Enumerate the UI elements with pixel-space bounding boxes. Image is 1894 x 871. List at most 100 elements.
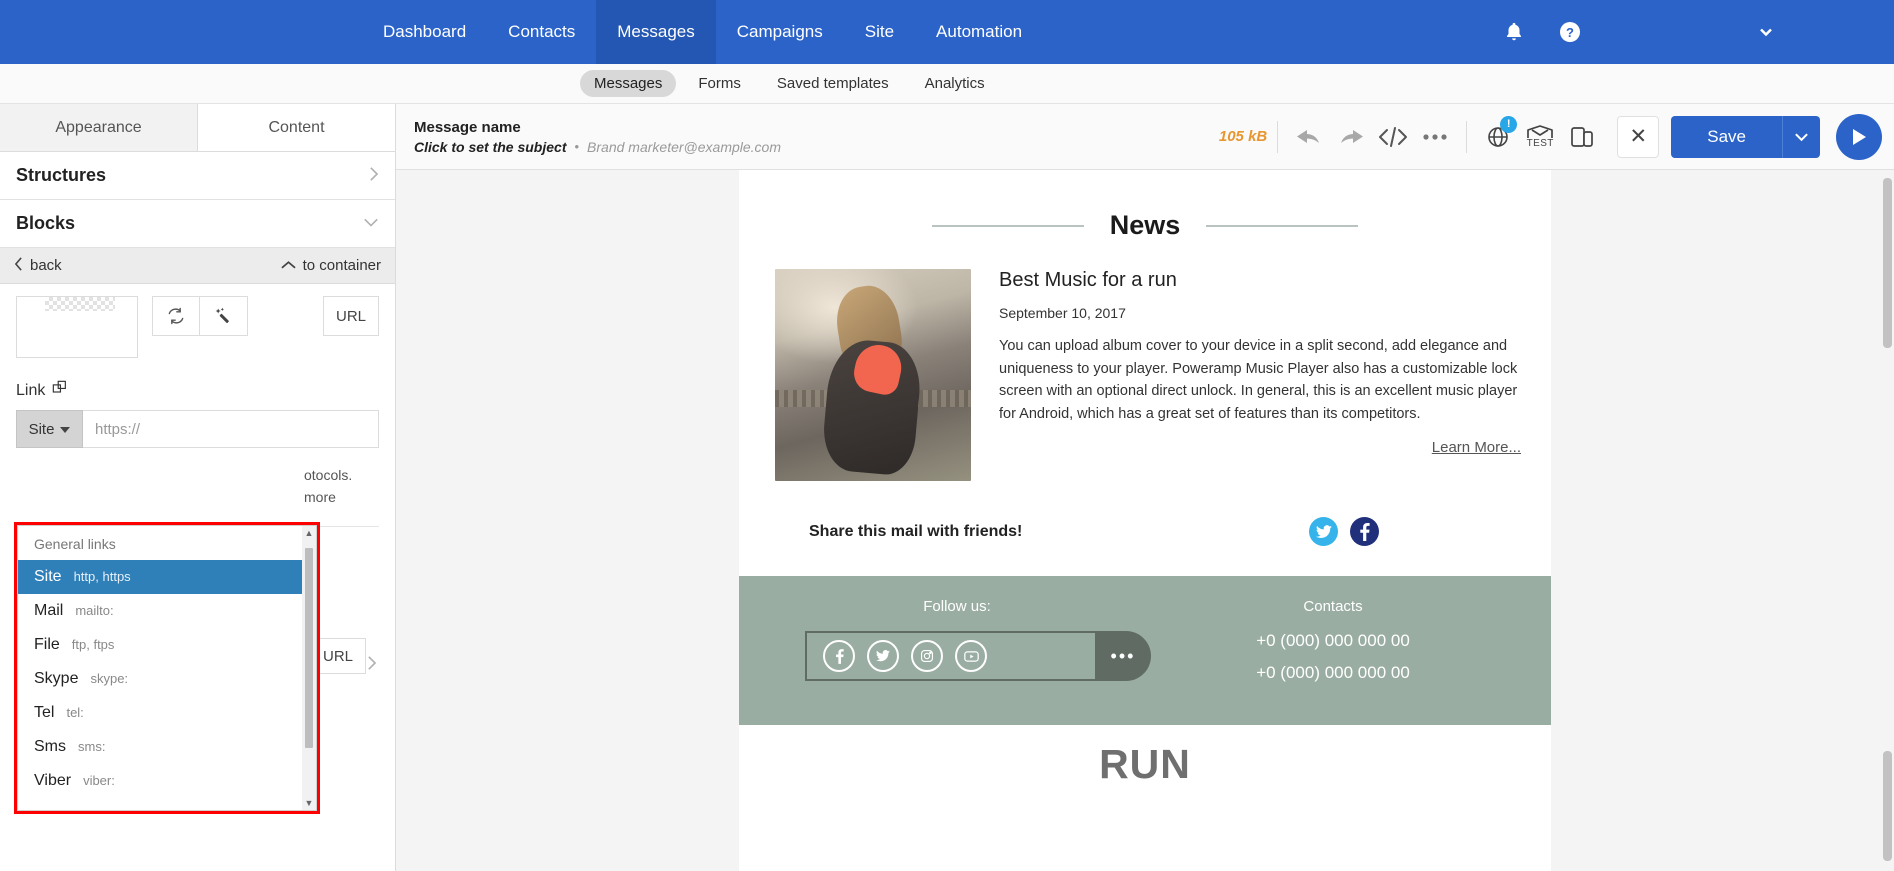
social-icons bbox=[807, 640, 987, 672]
twitter-icon[interactable] bbox=[867, 640, 899, 672]
article-date[interactable]: September 10, 2017 bbox=[999, 305, 1521, 321]
facebook-icon[interactable] bbox=[823, 640, 855, 672]
globe-icon[interactable]: ! bbox=[1477, 115, 1519, 159]
bell-icon[interactable] bbox=[1486, 0, 1542, 64]
run-logo-block: RUN bbox=[739, 725, 1551, 788]
scroll-down-arrow-icon[interactable]: ▼ bbox=[305, 796, 314, 810]
option-scheme: tel: bbox=[66, 705, 84, 720]
duplicate-icon[interactable] bbox=[52, 380, 68, 401]
message-name[interactable]: Message name bbox=[414, 119, 781, 136]
toolbar-divider bbox=[1277, 120, 1279, 153]
chevron-right-icon bbox=[368, 166, 379, 186]
nav-item-dashboard[interactable]: Dashboard bbox=[362, 0, 487, 64]
youtube-icon[interactable] bbox=[955, 640, 987, 672]
account-chevron-down-icon[interactable] bbox=[1738, 0, 1794, 64]
canvas-scrollbar-thumb-bottom[interactable] bbox=[1883, 751, 1892, 861]
test-label: TEST bbox=[1526, 138, 1554, 149]
dropdown-option-mail[interactable]: Mail mailto: bbox=[18, 594, 316, 628]
undo-icon[interactable] bbox=[1288, 115, 1330, 159]
redo-icon[interactable] bbox=[1330, 115, 1372, 159]
dropdown-option-file[interactable]: File ftp, ftps bbox=[18, 628, 316, 662]
email-template: News Best Music for a run September 10, … bbox=[739, 170, 1551, 871]
breadcrumb-backbar[interactable]: back to container bbox=[0, 248, 395, 284]
article-title[interactable]: Best Music for a run bbox=[999, 269, 1521, 292]
chevron-down-icon bbox=[363, 215, 379, 232]
scroll-up-arrow-icon[interactable]: ▲ bbox=[305, 526, 314, 540]
link-url-input[interactable] bbox=[83, 410, 379, 448]
tab-appearance[interactable]: Appearance bbox=[0, 104, 198, 151]
save-button[interactable]: Save bbox=[1671, 115, 1782, 158]
nav-item-automation[interactable]: Automation bbox=[915, 0, 1043, 64]
back-button[interactable]: back bbox=[14, 256, 62, 275]
to-container-button[interactable]: to container bbox=[280, 257, 381, 274]
news-heading[interactable]: News bbox=[1110, 210, 1181, 241]
dropdown-option-site[interactable]: Site http, https bbox=[18, 560, 316, 594]
magic-wand-icon[interactable] bbox=[200, 296, 248, 336]
link-hint-text: otocols. more bbox=[16, 464, 352, 508]
subnav-item-forms[interactable]: Forms bbox=[684, 70, 755, 97]
run-text[interactable]: RUN bbox=[739, 741, 1551, 788]
dropdown-scroll-thumb[interactable] bbox=[305, 548, 313, 748]
subnav-item-analytics[interactable]: Analytics bbox=[911, 70, 999, 97]
nav-item-messages[interactable]: Messages bbox=[596, 0, 716, 64]
share-text[interactable]: Share this mail with friends! bbox=[809, 523, 1022, 541]
nav-item-campaigns[interactable]: Campaigns bbox=[716, 0, 844, 64]
code-icon[interactable] bbox=[1372, 115, 1414, 159]
message-subject-prompt[interactable]: Click to set the subject bbox=[414, 139, 566, 155]
nav-item-site[interactable]: Site bbox=[844, 0, 915, 64]
instagram-icon[interactable] bbox=[911, 640, 943, 672]
article-body: Best Music for a run September 10, 2017 … bbox=[999, 269, 1521, 481]
device-preview-icon[interactable] bbox=[1561, 115, 1603, 159]
option-name: Mail bbox=[34, 602, 64, 619]
help-circle-icon[interactable]: ? bbox=[1542, 0, 1598, 64]
dropdown-option-viber[interactable]: Viber viber: bbox=[18, 764, 316, 798]
dropdown-option-tel[interactable]: Tel tel: bbox=[18, 696, 316, 730]
option-name: Site bbox=[34, 568, 62, 585]
test-send-icon[interactable]: TEST bbox=[1519, 115, 1561, 159]
link-label-row: Link bbox=[16, 380, 379, 401]
message-from[interactable]: Brand marketer@example.com bbox=[587, 139, 781, 155]
dropdown-option-sms[interactable]: Sms sms: bbox=[18, 730, 316, 764]
dropdown-option-skype[interactable]: Skype skype: bbox=[18, 662, 316, 696]
option-scheme: ftp, ftps bbox=[71, 637, 115, 652]
rule-left bbox=[931, 224, 1084, 227]
option-scheme: skype: bbox=[90, 671, 129, 686]
more-options-icon[interactable] bbox=[1414, 115, 1456, 159]
link-hint-fragment-2[interactable]: more bbox=[304, 489, 336, 505]
to-container-label: to container bbox=[302, 257, 381, 274]
contact-phone-1[interactable]: +0 (000) 000 000 00 bbox=[1145, 631, 1521, 651]
contact-phone-2[interactable]: +0 (000) 000 000 00 bbox=[1145, 663, 1521, 683]
link-protocol-select[interactable]: Site bbox=[16, 410, 83, 448]
refresh-image-icon[interactable] bbox=[152, 296, 200, 336]
learn-more-link[interactable]: Learn More... bbox=[999, 439, 1521, 456]
sidebar-section-blocks[interactable]: Blocks bbox=[0, 200, 395, 248]
subnav-item-saved-templates[interactable]: Saved templates bbox=[763, 70, 903, 97]
message-subject-row: Click to set the subject • Brand markete… bbox=[414, 139, 781, 155]
secondary-navigation-bar: Messages Forms Saved templates Analytics bbox=[0, 64, 1894, 104]
nav-item-contacts[interactable]: Contacts bbox=[487, 0, 596, 64]
image-accent bbox=[850, 341, 906, 398]
option-scheme: sms: bbox=[78, 739, 106, 754]
send-play-button[interactable] bbox=[1836, 113, 1882, 160]
email-canvas: News Best Music for a run September 10, … bbox=[396, 170, 1894, 871]
option-name: File bbox=[34, 636, 60, 653]
facebook-icon[interactable] bbox=[1350, 517, 1379, 546]
canvas-scrollbar-thumb-top[interactable] bbox=[1883, 178, 1892, 348]
editor-main: Message name Click to set the subject • … bbox=[396, 104, 1894, 871]
image-action-buttons bbox=[152, 296, 248, 336]
subnav-item-messages[interactable]: Messages bbox=[580, 70, 677, 97]
article-image[interactable] bbox=[775, 269, 971, 481]
sidebar-section-structures[interactable]: Structures bbox=[0, 152, 395, 200]
link-input-row: Site bbox=[16, 410, 379, 448]
primary-nav-items: Dashboard Contacts Messages Campaigns Si… bbox=[362, 0, 1043, 64]
twitter-icon[interactable] bbox=[1309, 517, 1338, 546]
image-url-button[interactable]: URL bbox=[322, 296, 379, 336]
save-dropdown-chevron-down-icon[interactable] bbox=[1782, 115, 1820, 158]
close-editor-button[interactable]: ✕ bbox=[1617, 115, 1660, 158]
share-block: Share this mail with friends! bbox=[739, 481, 1551, 576]
image-thumbnail[interactable] bbox=[16, 296, 138, 358]
message-meta: Message name Click to set the subject • … bbox=[414, 119, 781, 155]
article-text[interactable]: You can upload album cover to your devic… bbox=[999, 335, 1521, 425]
social-more-icon[interactable]: ••• bbox=[1095, 631, 1151, 681]
tab-content[interactable]: Content bbox=[198, 104, 395, 151]
